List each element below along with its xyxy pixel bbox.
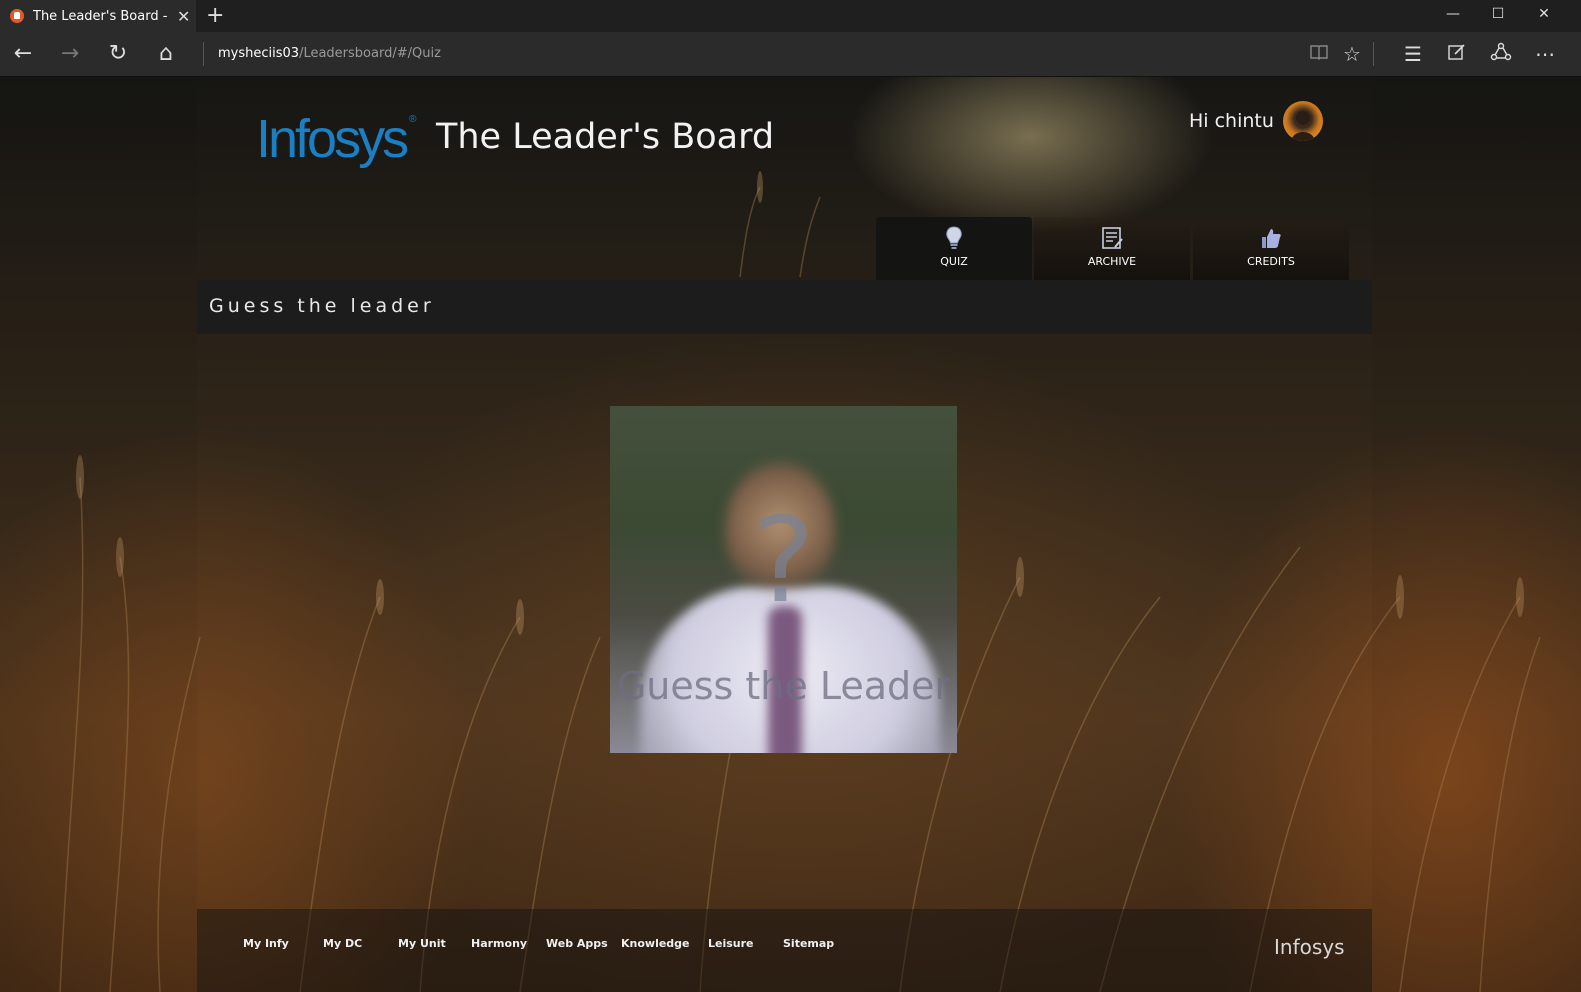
browser-navbar: ← → ↻ ⌂ mysheciis03/Leadersboard/#/Quiz … — [0, 32, 1581, 77]
quiz-caption: Guess the Leader — [616, 664, 951, 708]
favorite-star-icon[interactable]: ☆ — [1339, 42, 1365, 66]
footer-link-my-infy[interactable]: My Infy — [243, 937, 289, 950]
address-path: /Leadersboard/#/Quiz — [299, 46, 441, 61]
section-header: Guess the leader — [197, 280, 1372, 334]
web-note-icon[interactable] — [1444, 42, 1470, 67]
logo-text: Infosys — [256, 109, 409, 169]
tab-credits-label: CREDITS — [1247, 255, 1295, 268]
share-icon[interactable] — [1488, 42, 1514, 67]
footer-brand: Infosys — [1274, 935, 1345, 959]
address-divider — [203, 42, 204, 66]
tab-archive[interactable]: ARCHIVE — [1034, 217, 1190, 280]
tab-archive-label: ARCHIVE — [1087, 255, 1137, 268]
footer-link-my-dc[interactable]: My DC — [323, 937, 362, 950]
lightbulb-icon — [946, 226, 962, 249]
hub-icon[interactable]: ☰ — [1400, 42, 1426, 66]
page-title: The Leader's Board — [436, 117, 775, 157]
logo-registered-mark: ® — [409, 114, 417, 125]
maximize-icon[interactable]: ☐ — [1488, 6, 1508, 22]
home-icon[interactable]: ⌂ — [153, 41, 179, 66]
tab-quiz[interactable]: QUIZ — [876, 217, 1032, 280]
new-tab-icon[interactable]: + — [206, 3, 224, 28]
refresh-icon[interactable]: ↻ — [105, 41, 131, 66]
address-bar[interactable]: mysheciis03/Leadersboard/#/Quiz — [218, 46, 441, 61]
footer-link-my-unit[interactable]: My Unit — [398, 937, 446, 950]
tab-quiz-label: QUIZ — [940, 255, 968, 268]
user-greeting: Hi chintu — [1189, 110, 1274, 132]
right-background — [1372, 77, 1581, 992]
back-icon[interactable]: ← — [10, 41, 36, 66]
forward-icon[interactable]: → — [57, 41, 83, 66]
infosys-logo[interactable]: Infosys ® — [256, 108, 417, 170]
more-options-icon[interactable]: ⋯ — [1532, 42, 1558, 66]
tab-credits[interactable]: CREDITS — [1193, 217, 1349, 280]
tab-close-icon[interactable]: ✕ — [177, 7, 190, 26]
footer-link-sitemap[interactable]: Sitemap — [783, 937, 834, 950]
tab-title: The Leader's Board - Gu — [33, 8, 169, 24]
browser-titlebar: The Leader's Board - Gu ✕ + — ☐ ✕ — [0, 0, 1581, 32]
footer-link-leisure[interactable]: Leisure — [708, 937, 754, 950]
minimize-icon[interactable]: — — [1443, 6, 1463, 22]
thumbs-up-icon — [1262, 229, 1281, 248]
notepad-icon — [1102, 227, 1123, 249]
close-window-icon[interactable]: ✕ — [1534, 6, 1554, 22]
page-footer: My Infy My DC My Unit Harmony Web Apps K… — [197, 909, 1372, 992]
page-viewport: Infosys ® The Leader's Board Hi chintu QU… — [0, 77, 1581, 992]
section-title: Guess the leader — [209, 295, 435, 317]
footer-link-harmony[interactable]: Harmony — [471, 937, 527, 950]
address-host: mysheciis03 — [218, 46, 300, 61]
footer-link-web-apps[interactable]: Web Apps — [546, 937, 608, 950]
avatar[interactable] — [1283, 101, 1323, 141]
site-favicon-icon — [10, 9, 24, 23]
toolbar-divider — [1373, 42, 1374, 66]
reading-view-icon[interactable] — [1306, 42, 1332, 66]
browser-tab[interactable]: The Leader's Board - Gu ✕ — [0, 0, 196, 32]
left-background — [0, 77, 197, 992]
footer-link-knowledge[interactable]: Knowledge — [621, 937, 690, 950]
question-mark: ? — [752, 491, 815, 629]
quiz-leader-image[interactable]: ? Guess the Leader — [610, 406, 957, 753]
avatar-person-icon — [1291, 111, 1315, 141]
